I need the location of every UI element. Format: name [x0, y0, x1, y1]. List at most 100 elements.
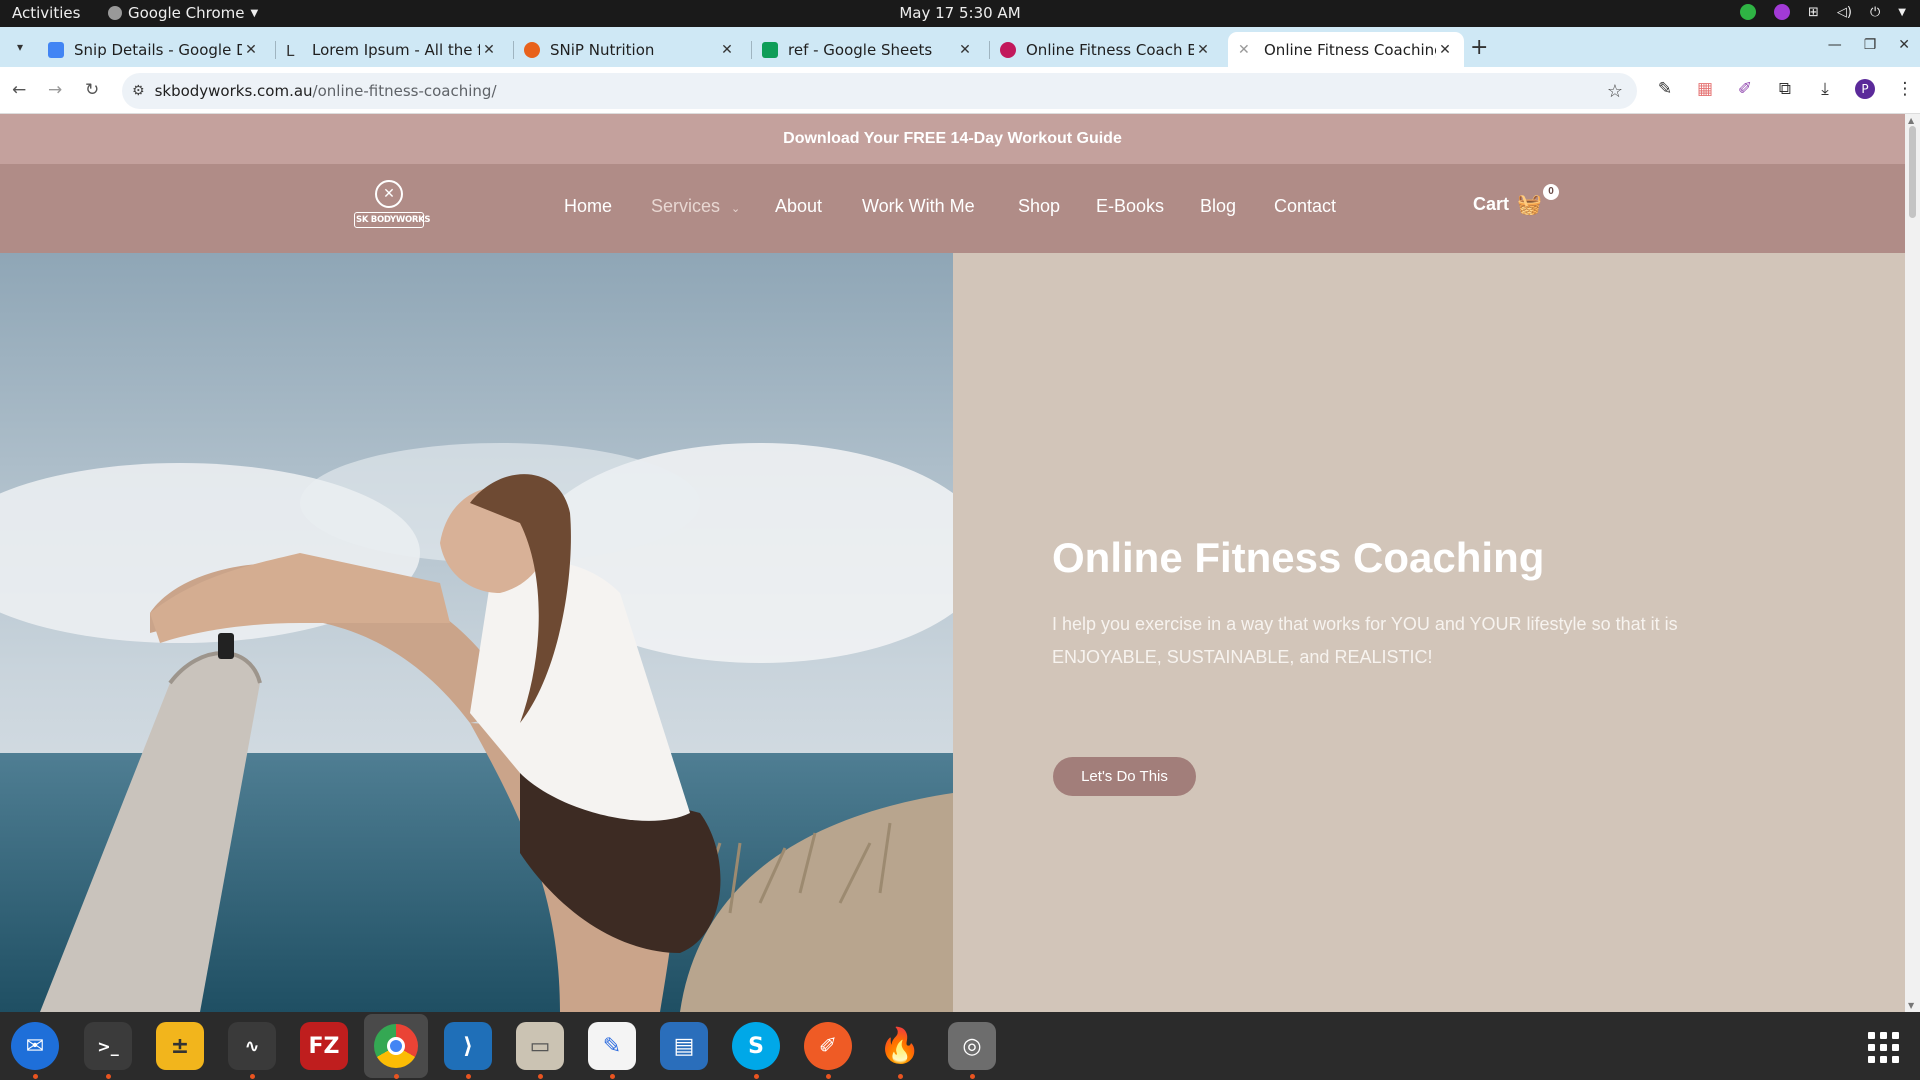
volume-icon[interactable]: ◁): [1837, 5, 1852, 20]
postman-icon[interactable]: ✐: [804, 1022, 852, 1070]
power-icon[interactable]: ⏻: [1870, 5, 1880, 20]
running-indicator: [898, 1074, 903, 1079]
page-scrollbar[interactable]: ▲ ▼: [1905, 114, 1920, 1012]
tab-title: SNiP Nutrition: [550, 40, 655, 59]
nav-about[interactable]: About: [775, 196, 822, 217]
skype-icon[interactable]: S: [732, 1022, 780, 1070]
kebab-menu-icon[interactable]: ⋮: [1895, 79, 1915, 99]
nav-ebooks[interactable]: E-Books: [1096, 196, 1164, 217]
thunderbird-icon[interactable]: ✉: [11, 1022, 59, 1070]
site-info-icon[interactable]: ⚙: [132, 83, 145, 99]
running-indicator: [33, 1074, 38, 1079]
site-logo[interactable]: ✕ SK BODYWORKS: [354, 180, 431, 238]
tab-online-fitness-coaching[interactable]: ✕ Online Fitness Coaching ✕: [1228, 32, 1464, 67]
scroll-down-icon[interactable]: ▼: [1908, 1001, 1914, 1010]
close-icon[interactable]: ✕: [480, 42, 498, 58]
nav-work-with-me[interactable]: Work With Me: [862, 196, 975, 217]
text-editor-icon[interactable]: ✎: [588, 1022, 636, 1070]
site-favicon-icon: [1000, 41, 1016, 58]
show-apps-icon[interactable]: [1868, 1032, 1900, 1064]
address-bar[interactable]: ⚙ skbodyworks.com.au/online-fitness-coac…: [122, 73, 1637, 109]
basket-icon: 🧺: [1517, 194, 1542, 216]
tab-title: Snip Details - Google Docs: [74, 40, 242, 59]
fire-app-icon[interactable]: 🔥: [876, 1022, 924, 1070]
running-indicator: [466, 1074, 471, 1079]
url-path: /online-fitness-coaching/: [312, 82, 497, 100]
disk-icon[interactable]: ◎: [948, 1022, 996, 1070]
woman-stretching-illustration: [0, 253, 953, 1012]
tab-title: Online Fitness Coach Brisbane: [1026, 40, 1194, 59]
nav-blog[interactable]: Blog: [1200, 196, 1236, 217]
tab-search-button[interactable]: ▾: [8, 36, 32, 58]
cart-count-badge: 0: [1543, 184, 1559, 200]
system-tray[interactable]: ⊞ ◁) ⏻ ▼: [1740, 4, 1906, 20]
back-icon[interactable]: ←: [12, 80, 26, 100]
tab-snip-details[interactable]: Snip Details - Google Docs ✕: [38, 32, 270, 67]
nav-services[interactable]: Services ⌄: [651, 196, 740, 217]
files-icon[interactable]: ▭: [516, 1022, 564, 1070]
cart-label: Cart: [1473, 194, 1510, 214]
tab-title: Online Fitness Coaching: [1264, 40, 1436, 59]
running-indicator: [826, 1074, 831, 1079]
close-icon[interactable]: ✕: [718, 42, 736, 58]
running-indicator: [538, 1074, 543, 1079]
lets-do-this-button[interactable]: Let's Do This: [1053, 757, 1196, 796]
system-monitor-icon[interactable]: ∿: [228, 1022, 276, 1070]
forward-icon[interactable]: →: [48, 80, 62, 100]
eyedropper-icon[interactable]: ✎: [1655, 79, 1675, 99]
cart-button[interactable]: Cart 🧺 0: [1473, 184, 1559, 217]
tab-online-fitness-coach-brisbane[interactable]: Online Fitness Coach Brisbane ✕: [990, 32, 1222, 67]
network-icon[interactable]: ⊞: [1808, 5, 1819, 20]
running-indicator: [250, 1074, 255, 1079]
terminal-icon[interactable]: >_: [84, 1022, 132, 1070]
tab-title: Lorem Ipsum - All the facts: [312, 40, 480, 59]
close-icon[interactable]: ✕: [1436, 42, 1454, 58]
reload-icon[interactable]: ↻: [85, 80, 99, 100]
tab-strip: ▾ Snip Details - Google Docs ✕ L Lorem I…: [0, 27, 1920, 67]
nav-shop[interactable]: Shop: [1018, 196, 1060, 217]
google-sheets-icon: [762, 41, 778, 58]
tab-lorem-ipsum[interactable]: L Lorem Ipsum - All the facts ✕: [276, 32, 508, 67]
color-app-icon[interactable]: [1774, 4, 1791, 20]
logo-wordmark: SK BODYWORKS: [354, 212, 431, 228]
profile-avatar[interactable]: P: [1855, 79, 1875, 99]
nav-contact[interactable]: Contact: [1274, 196, 1336, 217]
browser-toolbar: ← → ↻ ⚙ skbodyworks.com.au/online-fitnes…: [0, 67, 1920, 114]
clock[interactable]: May 17 5:30 AM: [0, 4, 1920, 22]
chevron-down-icon: ⌄: [731, 203, 741, 215]
pen-extension-icon[interactable]: ✐: [1735, 79, 1755, 99]
shield-check-icon[interactable]: [1740, 4, 1757, 20]
running-indicator: [970, 1074, 975, 1079]
minimize-icon[interactable]: —: [1828, 37, 1842, 53]
running-indicator: [610, 1074, 615, 1079]
restore-icon[interactable]: ❐: [1864, 37, 1877, 53]
scrollbar-thumb[interactable]: [1909, 126, 1916, 218]
chrome-icon[interactable]: [364, 1014, 428, 1078]
filezilla-icon[interactable]: FZ: [300, 1022, 348, 1070]
vscode-icon[interactable]: ⟩: [444, 1022, 492, 1070]
caret-down-icon[interactable]: ▼: [1898, 7, 1906, 18]
running-indicator: [106, 1074, 111, 1079]
scroll-up-icon[interactable]: ▲: [1908, 116, 1914, 125]
new-tab-button[interactable]: +: [1470, 35, 1488, 60]
puzzle-extensions-icon[interactable]: ⧉: [1775, 79, 1795, 99]
dock: ✉ >_ ± ∿ FZ ⟩ ▭ ✎ ▤ S ✐ 🔥 ◎: [0, 1012, 1920, 1080]
close-window-icon[interactable]: ✕: [1898, 37, 1910, 53]
download-icon[interactable]: ⤓: [1815, 79, 1835, 99]
close-icon[interactable]: ✕: [956, 42, 974, 58]
url-host: skbodyworks.com.au: [154, 82, 313, 100]
tab-ref-sheets[interactable]: ref - Google Sheets ✕: [752, 32, 984, 67]
promo-banner[interactable]: Download Your FREE 14-Day Workout Guide: [0, 114, 1905, 164]
hero-title: Online Fitness Coaching: [1052, 534, 1545, 581]
libreoffice-writer-icon[interactable]: ▤: [660, 1022, 708, 1070]
tab-title: ref - Google Sheets: [788, 40, 933, 59]
close-icon[interactable]: ✕: [1194, 42, 1212, 58]
extension-app-icon[interactable]: ▦: [1695, 79, 1715, 99]
calculator-icon[interactable]: ±: [156, 1022, 204, 1070]
close-icon[interactable]: ✕: [242, 42, 260, 58]
site-header: ✕ SK BODYWORKS Home Services ⌄ About Wor…: [0, 164, 1905, 253]
bookmark-star-icon[interactable]: ☆: [1607, 81, 1623, 102]
tab-snip-nutrition[interactable]: SNiP Nutrition ✕: [514, 32, 746, 67]
skbodyworks-favicon-icon: ✕: [1238, 41, 1250, 58]
nav-home[interactable]: Home: [564, 196, 612, 217]
